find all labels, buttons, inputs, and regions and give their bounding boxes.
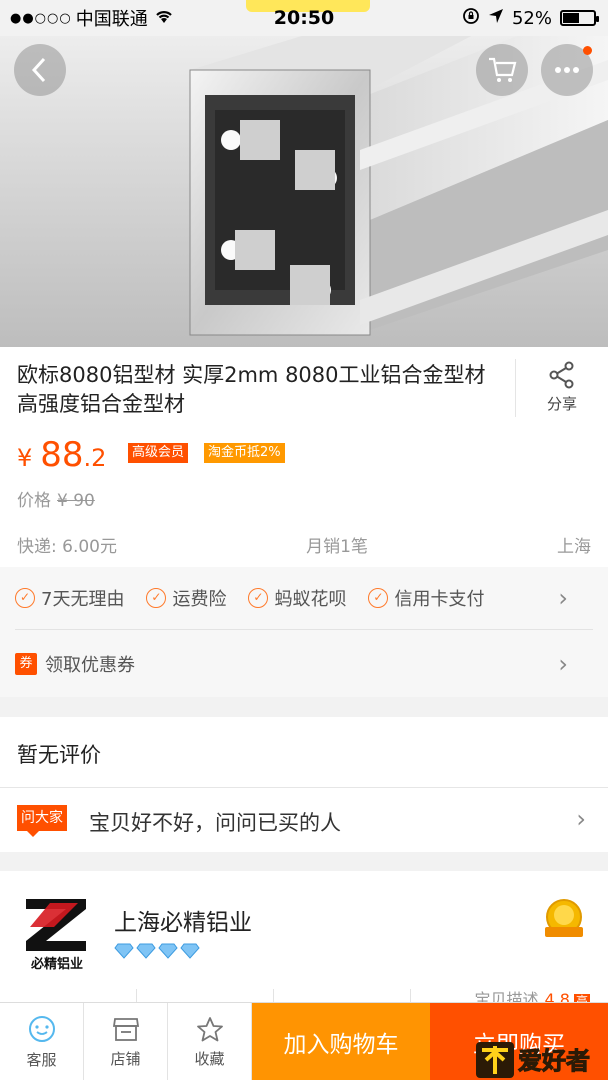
chevron-right-icon: ›: [576, 805, 586, 833]
star-icon: [196, 1016, 223, 1041]
product-meta: 快递: 6.00元 月销1笔 上海: [17, 532, 591, 557]
ask-everyone-tag: 问大家: [17, 805, 67, 837]
original-price: 价格 ¥ 90: [17, 486, 95, 511]
store-button[interactable]: 店铺: [84, 1003, 168, 1080]
currency-symbol: ¥: [17, 444, 33, 472]
battery-percent: 52%: [511, 7, 552, 29]
guarantee-item: ✓ 7天无理由: [15, 585, 124, 611]
rotation-lock-icon: [462, 7, 480, 30]
share-label: 分享: [546, 395, 577, 413]
seller-rating-diamonds: [114, 943, 200, 959]
guarantee-row[interactable]: ✓ 7天无理由 ✓ 运费险 ✓ 蚂蚁花呗 ✓ 信用卡支付 ›: [15, 581, 590, 615]
share-button[interactable]: 分享: [515, 359, 608, 417]
no-reviews-text: 暂无评价: [17, 743, 101, 767]
diamond-icon: [136, 943, 156, 959]
monthly-sales: 月销1笔: [306, 537, 368, 557]
product-info: 欧标8080铝型材 实厚2mm 8080工业铝合金型材 高强度铝合金型材 分享 …: [0, 347, 608, 567]
divider: [15, 629, 593, 630]
status-bar: ●●○○○ 中国联通 20:50 52%: [0, 0, 608, 36]
favorite-button[interactable]: 收藏: [168, 1003, 252, 1080]
diamond-icon: [114, 943, 134, 959]
vip-member-badge: 高级会员: [128, 443, 189, 463]
customer-service-button[interactable]: 客服: [0, 1003, 84, 1080]
chevron-left-icon: [31, 57, 46, 83]
watermark-logo: 爱好者: [476, 1042, 591, 1078]
diamond-icon: [158, 943, 178, 959]
service-guarantees: ✓ 7天无理由 ✓ 运费险 ✓ 蚂蚁花呗 ✓ 信用卡支付 › 券 领取优惠券 ›: [0, 567, 608, 697]
coupon-label: 领取优惠券: [45, 655, 135, 676]
check-circle-icon: ✓: [368, 588, 389, 608]
price: ¥ 88 .2: [17, 435, 106, 475]
product-title: 欧标8080铝型材 实厚2mm 8080工业铝合金型材 高强度铝合金型材: [17, 363, 486, 416]
shop-logo-text: 必精铝业: [30, 956, 83, 971]
battery-icon: [560, 10, 599, 26]
shop-logo[interactable]: 必精铝业: [20, 893, 94, 971]
more-button[interactable]: [541, 44, 593, 96]
check-circle-icon: ✓: [15, 588, 35, 608]
cart-button[interactable]: [476, 44, 528, 96]
guarantee-item: ✓ 蚂蚁花呗: [248, 585, 346, 611]
shop-name[interactable]: 上海必精铝业: [114, 903, 252, 937]
shipping-fee: 快递: 6.00元: [17, 537, 117, 557]
diamond-icon: [180, 943, 200, 959]
add-to-cart-button[interactable]: 加入购物车: [252, 1003, 430, 1080]
notification-dot: [583, 46, 592, 55]
price-decimal: .2: [83, 444, 107, 472]
original-price-label: 价格: [17, 491, 51, 511]
guarantee-item: ✓ 信用卡支付: [368, 585, 484, 611]
store-icon: [112, 1017, 139, 1041]
chat-bubble-icon: [28, 1015, 55, 1042]
customer-service-label: 客服: [26, 1050, 57, 1069]
chevron-right-icon: ›: [558, 584, 568, 612]
divider: [0, 787, 608, 788]
store-label: 店铺: [110, 1049, 141, 1068]
back-button[interactable]: [14, 44, 66, 96]
taojinbi-badge: 淘金币抵2%: [204, 443, 285, 463]
ship-from-location: 上海: [557, 537, 591, 557]
guarantee-item: ✓ 运费险: [146, 585, 226, 611]
reviews-section: 暂无评价 问大家 宝贝好不好，问问已买的人 ›: [0, 717, 608, 852]
claim-coupon-row[interactable]: 券 领取优惠券 ›: [15, 647, 590, 681]
share-icon: [549, 361, 574, 389]
chevron-right-icon: ›: [558, 650, 568, 678]
more-dots-icon: [555, 67, 579, 73]
check-circle-icon: ✓: [146, 588, 167, 608]
price-main: 88: [40, 435, 84, 475]
watermark-text: 爱好者: [518, 1047, 590, 1075]
location-arrow-icon: [488, 8, 504, 29]
shopping-cart-icon: [489, 57, 517, 82]
original-price-value: ¥ 90: [57, 491, 95, 511]
favorite-label: 收藏: [194, 1049, 225, 1068]
check-circle-icon: ✓: [248, 588, 269, 608]
ask-everyone-link[interactable]: 宝贝好不好，问问已买的人: [89, 807, 341, 837]
gold-seller-medal-icon: [545, 899, 583, 937]
coupon-icon: 券: [15, 653, 37, 675]
